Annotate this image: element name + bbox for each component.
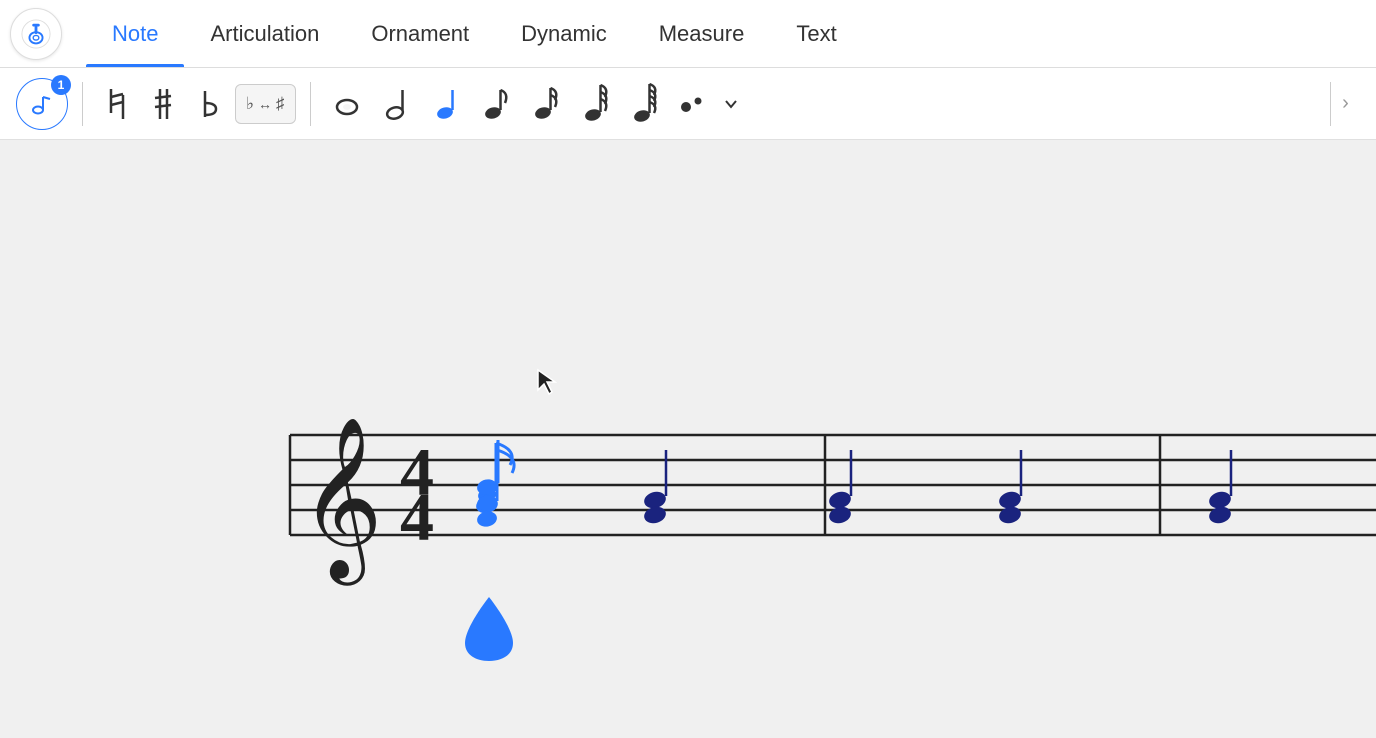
note-input-badge: 1 bbox=[51, 75, 71, 95]
duration-dropdown-button[interactable] bbox=[717, 78, 745, 130]
sharp-icon bbox=[152, 87, 174, 121]
eighth-note-button[interactable] bbox=[475, 78, 519, 130]
drop-indicator bbox=[463, 595, 515, 663]
tab-ornament[interactable]: Ornament bbox=[345, 0, 495, 67]
drop-shape bbox=[463, 595, 515, 663]
whole-note-icon bbox=[332, 89, 362, 119]
eighth-note-icon bbox=[483, 85, 511, 123]
sixteenth-note-icon bbox=[533, 85, 561, 123]
note-input-icon bbox=[30, 92, 54, 116]
svg-text:𝄞: 𝄞 bbox=[300, 419, 383, 586]
flat-button[interactable] bbox=[189, 78, 229, 130]
thirtysecond-note-button[interactable] bbox=[575, 78, 619, 130]
sixtyfourth-note-button[interactable] bbox=[625, 78, 669, 130]
thirtysecond-note-icon bbox=[583, 83, 611, 125]
dotted-note-button[interactable] bbox=[675, 78, 711, 130]
dotted-note-icon bbox=[678, 89, 708, 119]
sixtyfourth-note-icon bbox=[632, 82, 662, 126]
chevron-down-icon bbox=[723, 96, 739, 112]
enharmonic-button[interactable]: ♭ ↔ ♯ bbox=[235, 84, 296, 124]
flat-icon bbox=[200, 87, 218, 121]
whole-note-button[interactable] bbox=[325, 78, 369, 130]
top-nav-bar: Note Articulation Ornament Dynamic Measu… bbox=[0, 0, 1376, 68]
tab-dynamic[interactable]: Dynamic bbox=[495, 0, 633, 67]
sharp-symbol: ♯ bbox=[276, 94, 285, 114]
sharp-button[interactable] bbox=[143, 78, 183, 130]
guitar-icon bbox=[21, 19, 51, 49]
toolbar-divider-2 bbox=[310, 82, 311, 126]
arrow-symbol: ↔ bbox=[258, 96, 272, 112]
note-input-button[interactable]: 1 bbox=[16, 78, 68, 130]
note-toolbar: 1 ♭ ↔ ♯ bbox=[0, 68, 1376, 140]
quarter-note-button[interactable] bbox=[425, 78, 469, 130]
nav-tabs: Note Articulation Ornament Dynamic Measu… bbox=[86, 0, 863, 67]
quarter-note-icon bbox=[435, 85, 459, 123]
flat-symbol: ♭ bbox=[246, 94, 254, 114]
half-note-button[interactable] bbox=[375, 78, 419, 130]
half-note-icon bbox=[385, 85, 409, 123]
tab-measure[interactable]: Measure bbox=[633, 0, 771, 67]
natural-button[interactable] bbox=[97, 78, 137, 130]
tab-articulation[interactable]: Articulation bbox=[184, 0, 345, 67]
app-icon-button[interactable] bbox=[10, 8, 62, 60]
main-content: 𝄞 4 4 bbox=[0, 140, 1376, 738]
music-staff-svg: 𝄞 4 4 bbox=[0, 295, 1376, 605]
toolbar-end: › bbox=[1330, 82, 1360, 126]
toolbar-divider-1 bbox=[82, 82, 83, 126]
svg-text:4: 4 bbox=[400, 479, 434, 555]
tab-note[interactable]: Note bbox=[86, 0, 184, 67]
tab-text[interactable]: Text bbox=[770, 0, 862, 67]
natural-icon bbox=[106, 87, 128, 121]
sixteenth-note-button[interactable] bbox=[525, 78, 569, 130]
